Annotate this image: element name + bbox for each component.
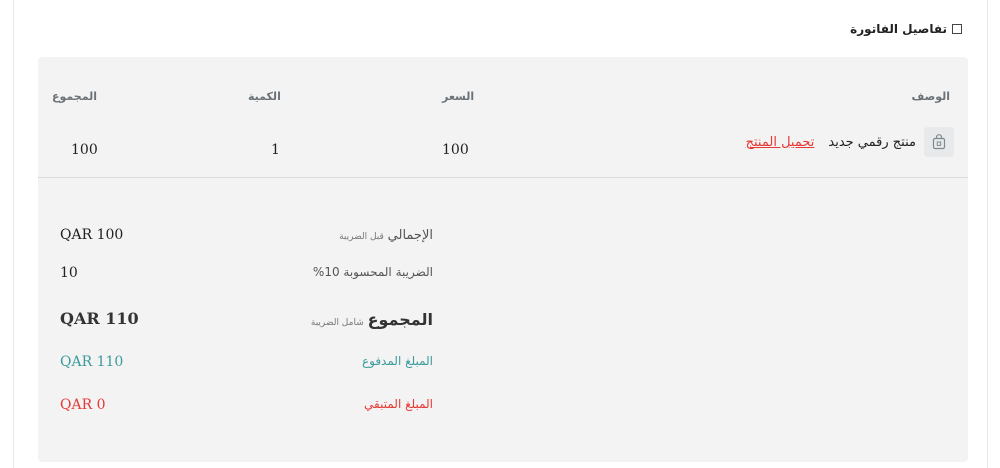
shopping-bag-icon — [932, 134, 946, 150]
total-cell: 100 — [71, 142, 98, 158]
section-title: تفاصيل الفاتورة — [850, 22, 947, 36]
paid-value: QAR 110 — [60, 354, 124, 370]
total-label: المجموع شامل الضريبة — [310, 310, 433, 329]
download-product-link[interactable]: تحميل المنتج — [746, 135, 815, 150]
column-header-quantity: الكمية — [248, 90, 281, 103]
tax-label: الضريبة المحسوبة 10% — [312, 265, 433, 279]
remaining-value: QAR 0 — [60, 397, 106, 413]
column-header-description: الوصف — [911, 90, 950, 103]
tax-value: 10 — [60, 265, 78, 281]
price-cell: 100 — [442, 142, 469, 158]
total-value: QAR 110 — [60, 309, 139, 328]
column-header-price: السعر — [442, 90, 475, 103]
invoice-details-header[interactable]: تفاصيل الفاتورة — [850, 22, 962, 36]
subtotal-label: الإجمالي قبل الضريبة — [339, 228, 433, 243]
product-name: منتج رقمي جديد — [828, 134, 916, 150]
table-row: منتج رقمي جديد تحميل المنتج — [746, 127, 954, 157]
paid-label: المبلغ المدفوع — [361, 354, 433, 368]
invoice-card: الوصف السعر الكمية المجموع منتج رقمي جدي… — [38, 57, 968, 462]
subtotal-value: QAR 100 — [60, 227, 124, 243]
remaining-label: المبلغ المتبقي — [364, 397, 433, 411]
column-header-total: المجموع — [52, 90, 97, 103]
product-thumbnail — [924, 127, 954, 157]
checkbox-icon[interactable] — [952, 24, 962, 34]
quantity-cell: 1 — [271, 142, 280, 158]
row-divider — [38, 177, 968, 178]
